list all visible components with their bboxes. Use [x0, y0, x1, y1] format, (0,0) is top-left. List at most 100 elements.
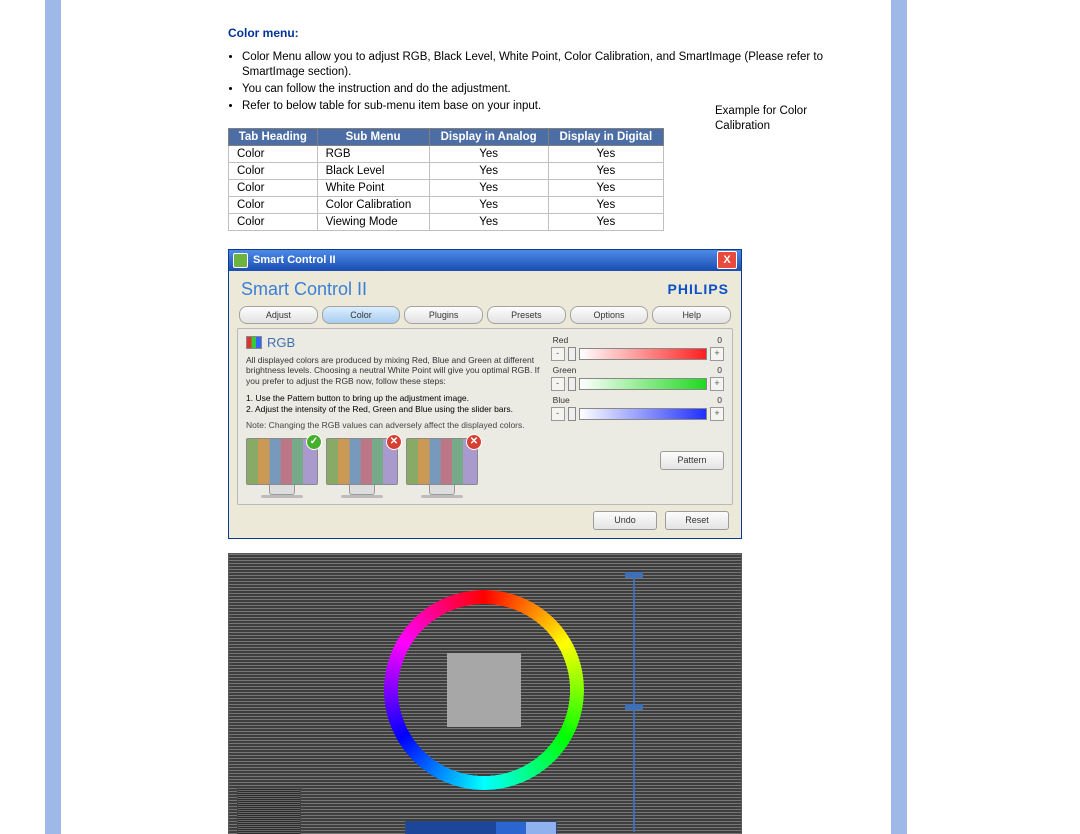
undo-button[interactable]: Undo [593, 511, 657, 530]
cell: Color [229, 145, 318, 162]
preview-base [341, 495, 383, 498]
tab-color[interactable]: Color [322, 306, 401, 324]
slider-label: Green [553, 365, 577, 375]
tab-presets[interactable]: Presets [487, 306, 566, 324]
slider-thumb[interactable] [568, 377, 576, 391]
slider-thumb[interactable] [568, 407, 576, 421]
tab-plugins[interactable]: Plugins [404, 306, 483, 324]
left-rail [45, 0, 61, 834]
reset-button[interactable]: Reset [665, 511, 729, 530]
col-display-digital: Display in Digital [548, 128, 663, 145]
tab-options[interactable]: Options [570, 306, 649, 324]
cell: Yes [429, 162, 548, 179]
panel-left: RGB All displayed colors are produced by… [246, 335, 541, 498]
cell: Yes [429, 196, 548, 213]
increment-button[interactable]: + [710, 407, 724, 421]
brand-row: Smart Control II PHILIPS [237, 277, 733, 306]
panel-note: Note: Changing the RGB values can advers… [246, 420, 541, 430]
calibration-pattern [228, 553, 742, 834]
vertical-slider-marker[interactable] [625, 704, 643, 710]
cell: White Point [317, 179, 429, 196]
progress-bar [405, 821, 557, 834]
cell: RGB [317, 145, 429, 162]
tab-adjust[interactable]: Adjust [239, 306, 318, 324]
preview-monitor[interactable]: ✕ [406, 438, 478, 498]
slider-track-green[interactable] [579, 378, 707, 390]
slider-track-blue[interactable] [579, 408, 707, 420]
panel-right: Red 0 - + Green 0 - [551, 335, 724, 498]
decrement-button[interactable]: - [551, 347, 565, 361]
cell: Yes [429, 213, 548, 230]
table-row: ColorViewing ModeYesYes [229, 213, 664, 230]
slider-value: 0 [717, 365, 722, 375]
slider-track-red[interactable] [579, 348, 707, 360]
preview-monitor[interactable]: ✕ [326, 438, 398, 498]
slider-group-red: Red 0 - + [551, 335, 724, 361]
cell: Yes [429, 179, 548, 196]
dialog-footer: Undo Reset [237, 505, 733, 530]
increment-button[interactable]: + [710, 377, 724, 391]
page: Example for Color Calibration Color menu… [0, 0, 1080, 834]
slider-group-green: Green 0 - + [551, 365, 724, 391]
preview-row: ✓ ✕ ✕ [246, 438, 541, 498]
preview-monitor[interactable]: ✓ [246, 438, 318, 498]
panel-subheading: RGB [246, 335, 541, 350]
pattern-button[interactable]: Pattern [660, 451, 724, 470]
cell: Color [229, 162, 318, 179]
dialog-body: Smart Control II PHILIPS Adjust Color Pl… [229, 271, 741, 538]
cell: Yes [429, 145, 548, 162]
color-panel: RGB All displayed colors are produced by… [237, 328, 733, 505]
corner-patch [237, 787, 301, 834]
bullet-list: Color Menu allow you to adjust RGB, Blac… [242, 50, 868, 114]
slider-label: Blue [553, 395, 570, 405]
slider-value: 0 [717, 335, 722, 345]
panel-steps: 1. Use the Pattern button to bring up th… [246, 393, 541, 415]
cell: Color [229, 179, 318, 196]
pattern-button-row: Pattern [551, 451, 724, 470]
cross-icon: ✕ [386, 434, 402, 450]
cell: Yes [548, 145, 663, 162]
tab-help[interactable]: Help [652, 306, 731, 324]
window-title: Smart Control II [253, 254, 336, 266]
content-column: Color menu: Color Menu allow you to adju… [228, 26, 868, 834]
cell: Yes [548, 196, 663, 213]
cell: Yes [548, 162, 663, 179]
decrement-button[interactable]: - [551, 407, 565, 421]
gray-square [447, 653, 521, 727]
cell: Black Level [317, 162, 429, 179]
vertical-slider-marker[interactable] [625, 572, 643, 578]
table-row: ColorWhite PointYesYes [229, 179, 664, 196]
slider-thumb[interactable] [568, 347, 576, 361]
slider-label: Red [553, 335, 569, 345]
check-icon: ✓ [306, 434, 322, 450]
cell: Yes [548, 179, 663, 196]
vertical-slider-track[interactable] [633, 572, 635, 832]
cell: Color [229, 196, 318, 213]
increment-button[interactable]: + [710, 347, 724, 361]
step-line: 1. Use the Pattern button to bring up th… [246, 393, 541, 404]
close-button[interactable]: X [717, 251, 737, 269]
panel-subtitle: RGB [267, 335, 295, 350]
rgb-icon [246, 336, 262, 349]
slider-group-blue: Blue 0 - + [551, 395, 724, 421]
right-rail [891, 0, 907, 834]
decrement-button[interactable]: - [551, 377, 565, 391]
preview-stand [429, 485, 455, 495]
tab-strip: Adjust Color Plugins Presets Options Hel… [239, 306, 731, 324]
col-tab-heading: Tab Heading [229, 128, 318, 145]
app-icon [233, 253, 248, 268]
preview-base [261, 495, 303, 498]
cell: Color [229, 213, 318, 230]
cross-icon: ✕ [466, 434, 482, 450]
slider-value: 0 [717, 395, 722, 405]
panel-description: All displayed colors are produced by mix… [246, 355, 541, 387]
bullet-item: You can follow the instruction and do th… [242, 82, 868, 97]
smart-control-dialog: Smart Control II X Smart Control II PHIL… [228, 249, 742, 539]
section-heading: Color menu: [228, 26, 868, 40]
table-row: ColorBlack LevelYesYes [229, 162, 664, 179]
col-display-analog: Display in Analog [429, 128, 548, 145]
brand-title: Smart Control II [241, 279, 367, 300]
submenu-table: Tab Heading Sub Menu Display in Analog D… [228, 128, 664, 231]
table-row: ColorRGBYesYes [229, 145, 664, 162]
dialog-titlebar[interactable]: Smart Control II X [229, 250, 741, 271]
